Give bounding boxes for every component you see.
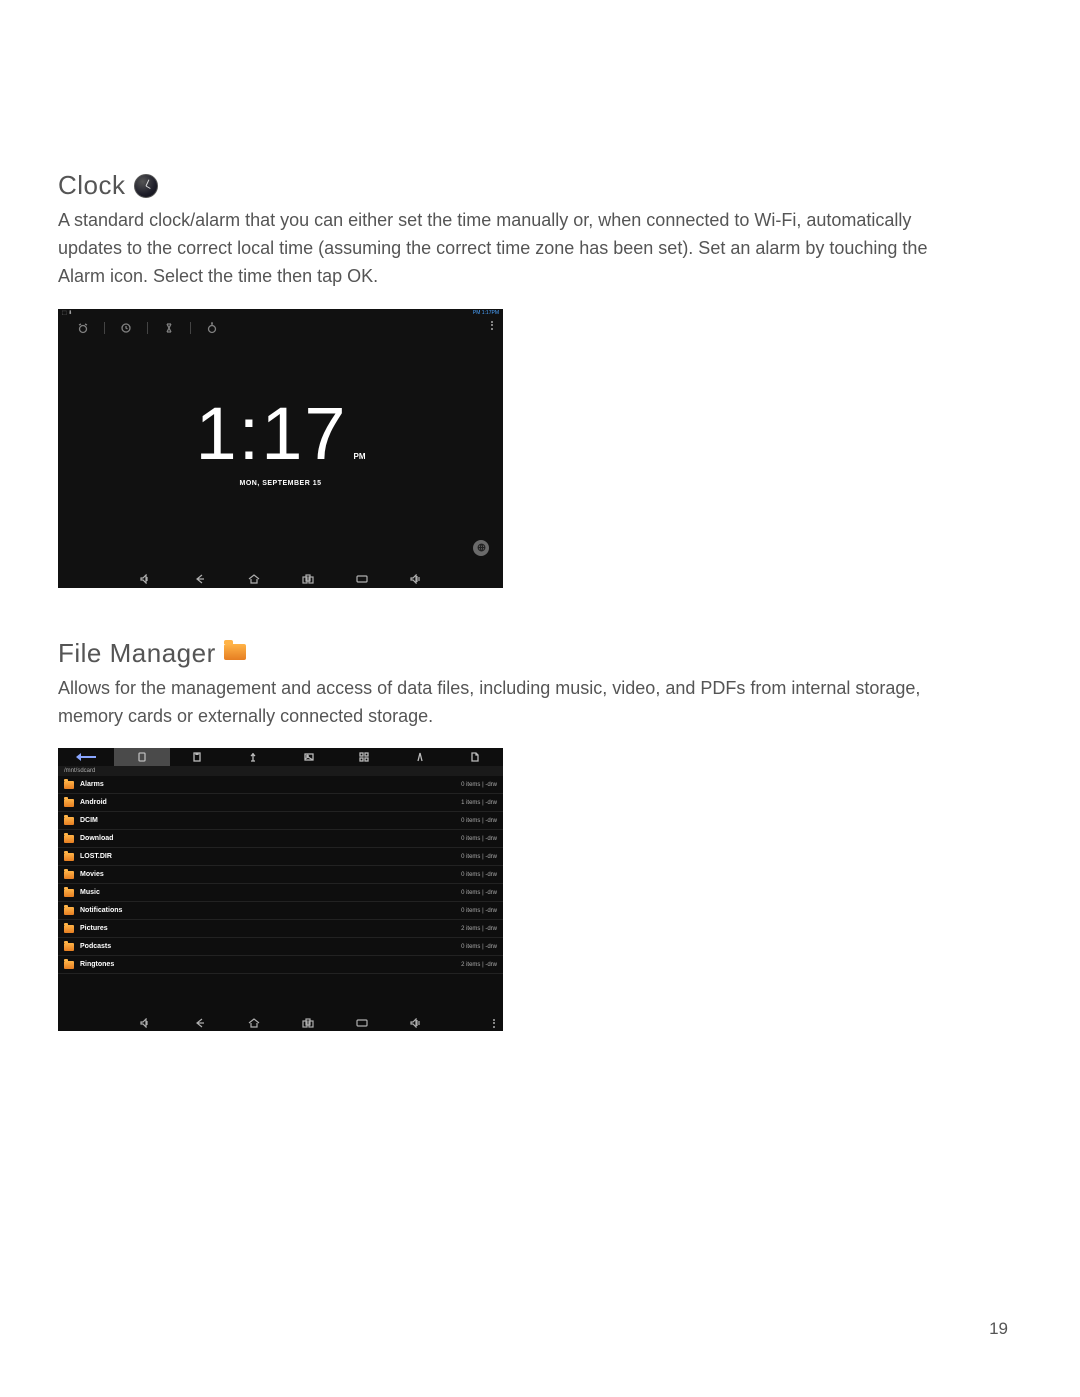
fm-folder-name: Ringtones bbox=[80, 961, 114, 968]
fm-folder-row[interactable]: Podcasts 0 items | -drw bbox=[58, 938, 503, 956]
fm-folder-row[interactable]: Download 0 items | -drw bbox=[58, 830, 503, 848]
fm-folder-row[interactable]: Ringtones 2 items | -drw bbox=[58, 956, 503, 974]
fm-folder-meta: 0 items | -drw bbox=[461, 818, 497, 824]
fm-folder-name: Movies bbox=[80, 871, 104, 878]
home-icon[interactable] bbox=[247, 573, 261, 585]
status-left: ⬚ ⬇ bbox=[62, 310, 72, 316]
folder-icon bbox=[64, 817, 74, 825]
folder-icon bbox=[64, 781, 74, 789]
fm-folder-meta: 0 items | -drw bbox=[461, 872, 497, 878]
overflow-menu-icon[interactable] bbox=[493, 1019, 495, 1028]
back-icon[interactable] bbox=[193, 1017, 207, 1029]
folder-icon bbox=[64, 889, 74, 897]
fm-folder-name: Download bbox=[80, 835, 113, 842]
clock-screenshot: ⬚ ⬇ PM 1:17PM 1:17 PM MON, SEPTEMBER 15 bbox=[58, 309, 503, 588]
fm-tab-apps-icon[interactable] bbox=[336, 748, 392, 766]
screenshot-icon[interactable] bbox=[355, 1017, 369, 1029]
fm-folder-meta: 0 items | -drw bbox=[461, 944, 497, 950]
folder-icon bbox=[224, 644, 246, 660]
overflow-menu-icon[interactable] bbox=[491, 321, 493, 330]
home-icon[interactable] bbox=[247, 1017, 261, 1029]
android-navbar bbox=[58, 1015, 503, 1031]
folder-icon bbox=[64, 835, 74, 843]
fm-tab-images-icon[interactable] bbox=[281, 748, 337, 766]
clock-icon bbox=[134, 174, 158, 198]
status-bar: ⬚ ⬇ PM 1:17PM bbox=[58, 309, 503, 317]
ampm-label: PM bbox=[354, 452, 366, 461]
fm-tab-internal-icon[interactable] bbox=[170, 748, 226, 766]
fm-back-arrow-icon[interactable] bbox=[58, 748, 114, 766]
clock-tabs bbox=[58, 317, 503, 339]
fm-tab-usb-icon[interactable] bbox=[225, 748, 281, 766]
filemanager-description: Allows for the management and access of … bbox=[58, 675, 958, 731]
world-clock-button[interactable] bbox=[473, 540, 489, 556]
clock-description: A standard clock/alarm that you can eith… bbox=[58, 207, 958, 291]
recents-icon[interactable] bbox=[301, 1017, 315, 1029]
clock-time-display: 1:17 PM bbox=[195, 391, 365, 476]
volume-down-icon[interactable] bbox=[139, 573, 153, 585]
clock-heading: Clock bbox=[58, 170, 126, 201]
folder-icon bbox=[64, 799, 74, 807]
folder-icon bbox=[64, 871, 74, 879]
fm-path-bar: /mnt/sdcard bbox=[58, 766, 503, 776]
fm-tab-process-icon[interactable] bbox=[392, 748, 448, 766]
fm-folder-meta: 0 items | -drw bbox=[461, 854, 497, 860]
fm-folder-row[interactable]: Notifications 0 items | -drw bbox=[58, 902, 503, 920]
android-navbar bbox=[58, 570, 503, 588]
clock-heading-row: Clock bbox=[58, 170, 1022, 201]
fm-folder-meta: 0 items | -drw bbox=[461, 890, 497, 896]
folder-icon bbox=[64, 907, 74, 915]
fm-folder-name: LOST.DIR bbox=[80, 853, 112, 860]
fm-folder-name: Android bbox=[80, 799, 107, 806]
folder-icon bbox=[64, 925, 74, 933]
fm-folder-row[interactable]: LOST.DIR 0 items | -drw bbox=[58, 848, 503, 866]
fm-folder-meta: 2 items | -drw bbox=[461, 962, 497, 968]
fm-tab-new-icon[interactable] bbox=[447, 748, 503, 766]
fm-folder-meta: 1 items | -drw bbox=[461, 800, 497, 806]
fm-folder-name: Notifications bbox=[80, 907, 122, 914]
fm-folder-meta: 2 items | -drw bbox=[461, 926, 497, 932]
clock-tab-icon[interactable] bbox=[119, 321, 133, 335]
fm-folder-row[interactable]: Pictures 2 items | -drw bbox=[58, 920, 503, 938]
fm-folder-row[interactable]: DCIM 0 items | -drw bbox=[58, 812, 503, 830]
fm-folder-name: Podcasts bbox=[80, 943, 111, 950]
folder-icon bbox=[64, 961, 74, 969]
status-right: PM 1:17PM bbox=[473, 310, 499, 316]
filemanager-heading-row: File Manager bbox=[58, 638, 1022, 669]
folder-icon bbox=[64, 853, 74, 861]
timer-tab-icon[interactable] bbox=[162, 321, 176, 335]
fm-folder-name: Pictures bbox=[80, 925, 108, 932]
fm-tab-sdcard-icon[interactable] bbox=[114, 748, 170, 766]
fm-folder-name: DCIM bbox=[80, 817, 98, 824]
filemanager-heading: File Manager bbox=[58, 638, 216, 669]
recents-icon[interactable] bbox=[301, 573, 315, 585]
fm-folder-meta: 0 items | -drw bbox=[461, 908, 497, 914]
folder-icon bbox=[64, 943, 74, 951]
clock-date-display: MON, SEPTEMBER 15 bbox=[58, 480, 503, 487]
fm-folder-row[interactable]: Music 0 items | -drw bbox=[58, 884, 503, 902]
fm-folder-row[interactable]: Movies 0 items | -drw bbox=[58, 866, 503, 884]
page-number: 19 bbox=[989, 1319, 1008, 1339]
stopwatch-tab-icon[interactable] bbox=[205, 321, 219, 335]
fm-folder-row[interactable]: Android 1 items | -drw bbox=[58, 794, 503, 812]
fm-folder-list: Alarms 0 items | -drw Android 1 items | -dr… bbox=[58, 776, 503, 974]
alarm-tab-icon[interactable] bbox=[76, 321, 90, 335]
volume-up-icon[interactable] bbox=[409, 1017, 423, 1029]
screenshot-icon[interactable] bbox=[355, 573, 369, 585]
fm-folder-name: Music bbox=[80, 889, 100, 896]
fm-folder-name: Alarms bbox=[80, 781, 104, 788]
fm-folder-row[interactable]: Alarms 0 items | -drw bbox=[58, 776, 503, 794]
volume-down-icon[interactable] bbox=[139, 1017, 153, 1029]
back-icon[interactable] bbox=[193, 573, 207, 585]
fm-folder-meta: 0 items | -drw bbox=[461, 836, 497, 842]
volume-up-icon[interactable] bbox=[409, 573, 423, 585]
fm-folder-meta: 0 items | -drw bbox=[461, 782, 497, 788]
filemanager-screenshot: /mnt/sdcard Alarms 0 items | -drw Android 1… bbox=[58, 748, 503, 1031]
